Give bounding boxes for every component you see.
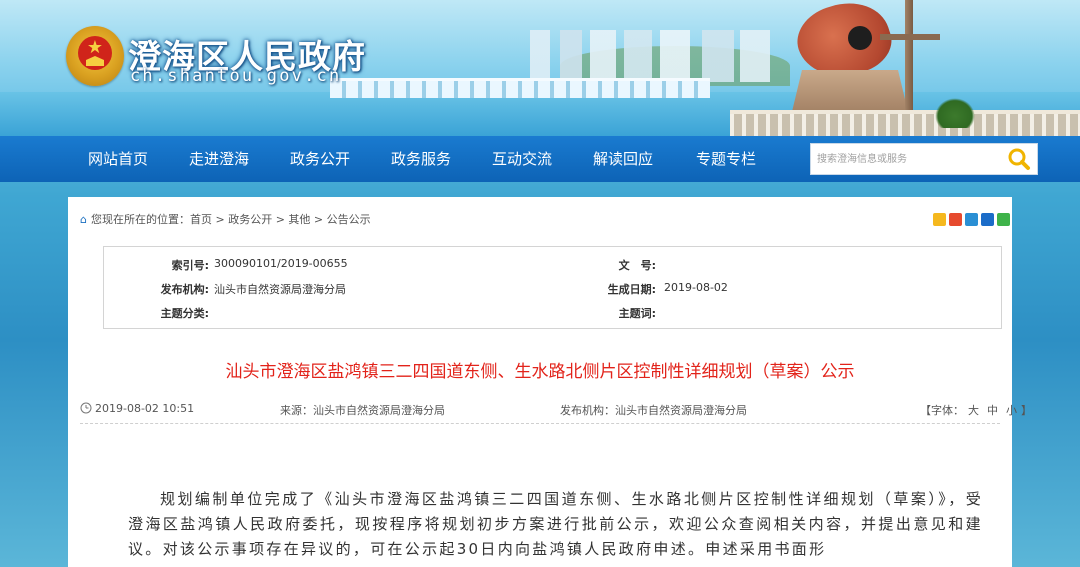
date-label: 生成日期: xyxy=(607,283,656,296)
wechat-icon[interactable] xyxy=(997,213,1010,226)
publisher-info-label: 发布机构： xyxy=(560,404,615,417)
publisher-value: 汕头市自然资源局澄海分局 xyxy=(214,283,346,296)
breadcrumb-prefix: 您现在所在的位置： xyxy=(90,213,190,226)
breadcrumb: ⌂ 您现在所在的位置：首页 > 政务公开 > 其他 > 公告公示 xyxy=(80,211,371,227)
category-label: 主题分类: xyxy=(160,307,209,320)
date-value: 2019-08-02 xyxy=(664,281,728,294)
banner-buildings xyxy=(520,30,780,82)
national-emblem-icon: ★ xyxy=(66,26,124,86)
home-icon: ⌂ xyxy=(80,213,87,226)
publish-datetime-value: 2019-08-02 10:51 xyxy=(95,402,195,415)
qzone-icon[interactable] xyxy=(933,213,946,226)
search-icon xyxy=(1008,148,1030,170)
font-size-small[interactable]: 小 xyxy=(1006,404,1017,417)
nav-item-special-topics[interactable]: 专题专栏 xyxy=(696,136,756,182)
banner-railing xyxy=(730,110,1080,136)
info-divider xyxy=(80,423,1000,424)
article-info-row: 2019-08-02 10:51 来源：汕头市自然资源局澄海分局 发布机构：汕头… xyxy=(80,402,1032,418)
breadcrumb-separator: > xyxy=(310,213,327,226)
search-button[interactable] xyxy=(1003,145,1035,173)
nav-item-home[interactable]: 网站首页 xyxy=(88,136,148,182)
nav-item-interpretation[interactable]: 解读回应 xyxy=(593,136,653,182)
font-size-close: 】 xyxy=(1021,404,1032,417)
banner-tree xyxy=(935,98,975,128)
keywords-label: 主题词: xyxy=(618,307,656,320)
main-nav: 网站首页 走进澄海 政务公开 政务服务 互动交流 解读回应 专题专栏 xyxy=(0,136,1080,182)
source-label: 来源： xyxy=(280,404,313,417)
publisher-info-value: 汕头市自然资源局澄海分局 xyxy=(615,404,747,417)
publisher-label: 发布机构: xyxy=(160,283,209,296)
nav-item-about-chenghai[interactable]: 走进澄海 xyxy=(189,136,249,182)
publish-datetime: 2019-08-02 10:51 xyxy=(80,402,194,415)
banner-sculpture xyxy=(770,0,920,120)
site-banner: ★ 澄海区人民政府 ch.shantou.gov.cn xyxy=(0,0,1080,136)
breadcrumb-notices[interactable]: 公告公示 xyxy=(327,213,371,226)
banner-bridge xyxy=(330,78,710,98)
font-size-medium[interactable]: 中 xyxy=(987,404,998,417)
doc-number-label: 文 号: xyxy=(618,259,656,272)
banner-mast-arm xyxy=(880,34,940,40)
index-value: 300090101/2019-00655 xyxy=(214,257,348,270)
breadcrumb-home[interactable]: 首页 xyxy=(190,213,212,226)
font-size-open: 【字体： xyxy=(920,404,964,417)
weibo-icon[interactable] xyxy=(949,213,962,226)
tencent-weibo-icon[interactable] xyxy=(965,213,978,226)
clock-icon xyxy=(80,402,92,414)
nav-item-gov-services[interactable]: 政务服务 xyxy=(391,136,451,182)
search-input[interactable] xyxy=(817,144,999,174)
content-panel: ⌂ 您现在所在的位置：首页 > 政务公开 > 其他 > 公告公示 索引号: 300… xyxy=(68,197,1032,567)
nav-item-gov-disclosure[interactable]: 政务公开 xyxy=(290,136,350,182)
renren-icon[interactable] xyxy=(981,213,994,226)
breadcrumb-gov-disclosure[interactable]: 政务公开 xyxy=(228,213,272,226)
breadcrumb-separator: > xyxy=(272,213,289,226)
publisher: 发布机构：汕头市自然资源局澄海分局 xyxy=(560,402,747,418)
font-size-large[interactable]: 大 xyxy=(968,404,979,417)
breadcrumb-other[interactable]: 其他 xyxy=(288,213,310,226)
index-label: 索引号: xyxy=(171,259,209,272)
breadcrumb-separator: > xyxy=(211,213,229,226)
share-bar xyxy=(930,213,1010,229)
font-size-switcher: 【字体： 大中小】 xyxy=(920,402,1032,418)
source: 来源：汕头市自然资源局澄海分局 xyxy=(280,402,445,418)
nav-item-interaction[interactable]: 互动交流 xyxy=(492,136,552,182)
source-value: 汕头市自然资源局澄海分局 xyxy=(313,404,445,417)
document-metadata: 索引号: 300090101/2019-00655 文 号: 发布机构: 汕头市… xyxy=(103,246,1002,329)
site-domain: ch.shantou.gov.cn xyxy=(130,66,342,86)
article-title: 汕头市澄海区盐鸿镇三二四国道东侧、生水路北侧片区控制性详细规划（草案）公示 xyxy=(225,362,855,382)
search-box xyxy=(810,143,1038,175)
banner-mast xyxy=(905,0,913,120)
article-body: 规划编制单位完成了《汕头市澄海区盐鸿镇三二四国道东侧、生水路北侧片区控制性详细规… xyxy=(128,490,983,558)
